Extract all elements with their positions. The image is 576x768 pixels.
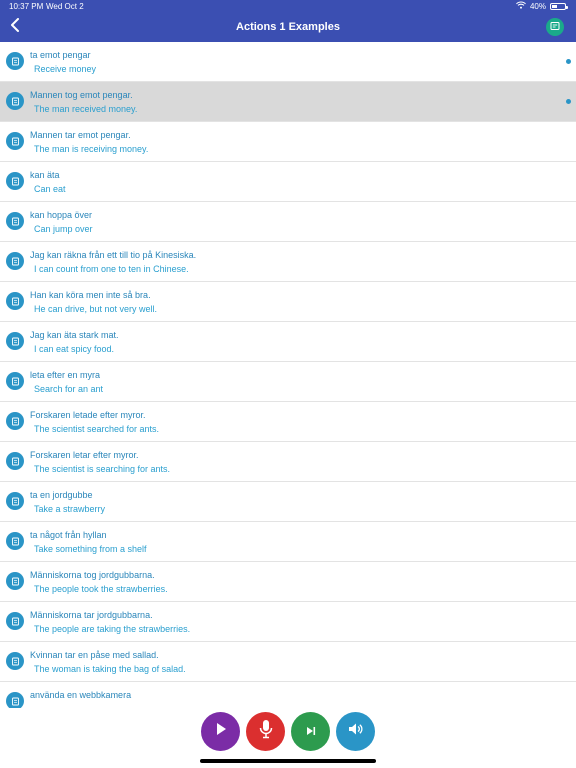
status-date: Wed Oct 2 bbox=[46, 2, 84, 11]
example-swedish: leta efter en myra bbox=[30, 370, 101, 380]
list-item[interactable]: kan äta Can eat bbox=[0, 162, 576, 202]
microphone-icon bbox=[259, 719, 273, 744]
example-swedish: Mannen tar emot pengar. bbox=[30, 130, 131, 140]
list-item[interactable]: Mannen tar emot pengar. The man is receiv… bbox=[0, 122, 576, 162]
flashcard-icon[interactable] bbox=[6, 252, 24, 270]
example-translation: Take something from a shelf bbox=[34, 544, 147, 554]
example-swedish: Jag kan äta stark mat. bbox=[30, 330, 119, 340]
example-translation: The man received money. bbox=[34, 104, 138, 114]
example-translation: The woman is taking the bag of salad. bbox=[34, 664, 186, 674]
example-swedish: ta en jordgubbe bbox=[30, 490, 93, 500]
flashcard-icon[interactable] bbox=[6, 612, 24, 630]
example-swedish: ta emot pengar bbox=[30, 50, 91, 60]
audio-button[interactable] bbox=[336, 712, 375, 751]
example-translation: The scientist searched for ants. bbox=[34, 424, 160, 434]
example-translation: The people took the strawberries. bbox=[34, 584, 168, 594]
list-item[interactable]: Kvinnan tar en påse med sallad. The woman… bbox=[0, 642, 576, 682]
flashcard-icon[interactable] bbox=[6, 52, 24, 70]
list-item[interactable]: Jag kan äta stark mat. I can eat spicy fo… bbox=[0, 322, 576, 362]
example-swedish: Människorna tog jordgubbarna. bbox=[30, 570, 155, 580]
example-translation: Receive money bbox=[34, 64, 97, 74]
example-translation: Can eat bbox=[34, 184, 66, 194]
example-swedish: Han kan köra men inte så bra. bbox=[30, 290, 151, 300]
list-item[interactable]: Mannen tog emot pengar. The man received … bbox=[0, 82, 576, 122]
indicator-dot bbox=[566, 99, 571, 104]
list-item[interactable]: Forskaren letade efter myror. The scienti… bbox=[0, 402, 576, 442]
example-translation: I can eat spicy food. bbox=[34, 344, 115, 354]
example-swedish: ta något från hyllan bbox=[30, 530, 107, 540]
indicator-dot bbox=[566, 59, 571, 64]
list-item[interactable]: ta en jordgubbe Take a strawberry bbox=[0, 482, 576, 522]
status-bar: 10:37 PM Wed Oct 2 40% bbox=[0, 0, 576, 13]
flashcard-icon[interactable] bbox=[6, 412, 24, 430]
battery-level bbox=[552, 4, 557, 8]
list-item[interactable]: Jag kan räkna från ett till tio på Kines… bbox=[0, 242, 576, 282]
examples-list: ta emot pengar Receive money Mannen tog em… bbox=[0, 42, 576, 708]
list-item[interactable]: ta emot pengar Receive money bbox=[0, 42, 576, 82]
list-item[interactable]: leta efter en myra Search for an ant bbox=[0, 362, 576, 402]
home-indicator bbox=[200, 759, 376, 763]
example-translation: Search for an ant bbox=[34, 384, 104, 394]
flashcard-icon[interactable] bbox=[6, 212, 24, 230]
flashcard-icon[interactable] bbox=[6, 372, 24, 390]
navigation-bar: Actions 1 Examples bbox=[0, 13, 576, 42]
flashcard-icon bbox=[550, 18, 560, 36]
flashcard-icon[interactable] bbox=[6, 572, 24, 590]
list-item[interactable]: Människorna tar jordgubbarna. The people … bbox=[0, 602, 576, 642]
skip-next-icon bbox=[306, 723, 316, 741]
status-time: 10:37 PM bbox=[9, 2, 44, 11]
list-item[interactable]: använda en webbkamera bbox=[0, 682, 576, 708]
example-translation: Can jump over bbox=[34, 224, 93, 234]
list-item[interactable]: Forskaren letar efter myror. The scientis… bbox=[0, 442, 576, 482]
example-translation: I can count from one to ten in Chinese. bbox=[34, 264, 189, 274]
flashcard-icon[interactable] bbox=[6, 652, 24, 670]
flashcard-icon[interactable] bbox=[6, 492, 24, 510]
play-icon bbox=[215, 722, 227, 741]
example-swedish: Forskaren letar efter myror. bbox=[30, 450, 139, 460]
wifi-icon bbox=[516, 1, 526, 11]
example-translation: The people are taking the strawberries. bbox=[34, 624, 191, 634]
example-swedish: kan äta bbox=[30, 170, 60, 180]
speaker-icon bbox=[348, 722, 364, 741]
example-swedish: använda en webbkamera bbox=[30, 690, 132, 700]
list-item[interactable]: kan hoppa över Can jump over bbox=[0, 202, 576, 242]
list-item[interactable]: Människorna tog jordgubbarna. The people … bbox=[0, 562, 576, 602]
battery-icon bbox=[550, 2, 568, 10]
record-button[interactable] bbox=[246, 712, 285, 751]
flashcard-icon[interactable] bbox=[6, 532, 24, 550]
example-translation: The scientist is searching for ants. bbox=[34, 464, 171, 474]
next-button[interactable] bbox=[291, 712, 330, 751]
example-swedish: Forskaren letade efter myror. bbox=[30, 410, 146, 420]
flashcard-icon[interactable] bbox=[6, 332, 24, 350]
example-swedish: Människorna tar jordgubbarna. bbox=[30, 610, 153, 620]
example-translation: Take a strawberry bbox=[34, 504, 106, 514]
example-swedish: Kvinnan tar en påse med sallad. bbox=[30, 650, 159, 660]
playback-controls bbox=[0, 708, 576, 768]
page-title: Actions 1 Examples bbox=[236, 21, 340, 33]
list-item[interactable]: Han kan köra men inte så bra. He can driv… bbox=[0, 282, 576, 322]
flashcard-icon[interactable] bbox=[6, 92, 24, 110]
flashcard-icon[interactable] bbox=[6, 172, 24, 190]
flashcard-icon[interactable] bbox=[6, 292, 24, 310]
flashcard-button[interactable] bbox=[546, 18, 564, 36]
battery-percentage: 40% bbox=[529, 1, 546, 11]
status-indicators: 40% bbox=[516, 1, 568, 11]
flashcard-icon[interactable] bbox=[6, 132, 24, 150]
list-item[interactable]: ta något från hyllan Take something from … bbox=[0, 522, 576, 562]
example-translation: He can drive, but not very well. bbox=[34, 304, 158, 314]
play-button[interactable] bbox=[201, 712, 240, 751]
example-translation: The man is receiving money. bbox=[34, 144, 149, 154]
flashcard-icon[interactable] bbox=[6, 452, 24, 470]
example-swedish: kan hoppa över bbox=[30, 210, 93, 220]
example-swedish: Jag kan räkna från ett till tio på Kines… bbox=[30, 250, 197, 260]
example-swedish: Mannen tog emot pengar. bbox=[30, 90, 133, 100]
flashcard-icon[interactable] bbox=[6, 692, 24, 708]
